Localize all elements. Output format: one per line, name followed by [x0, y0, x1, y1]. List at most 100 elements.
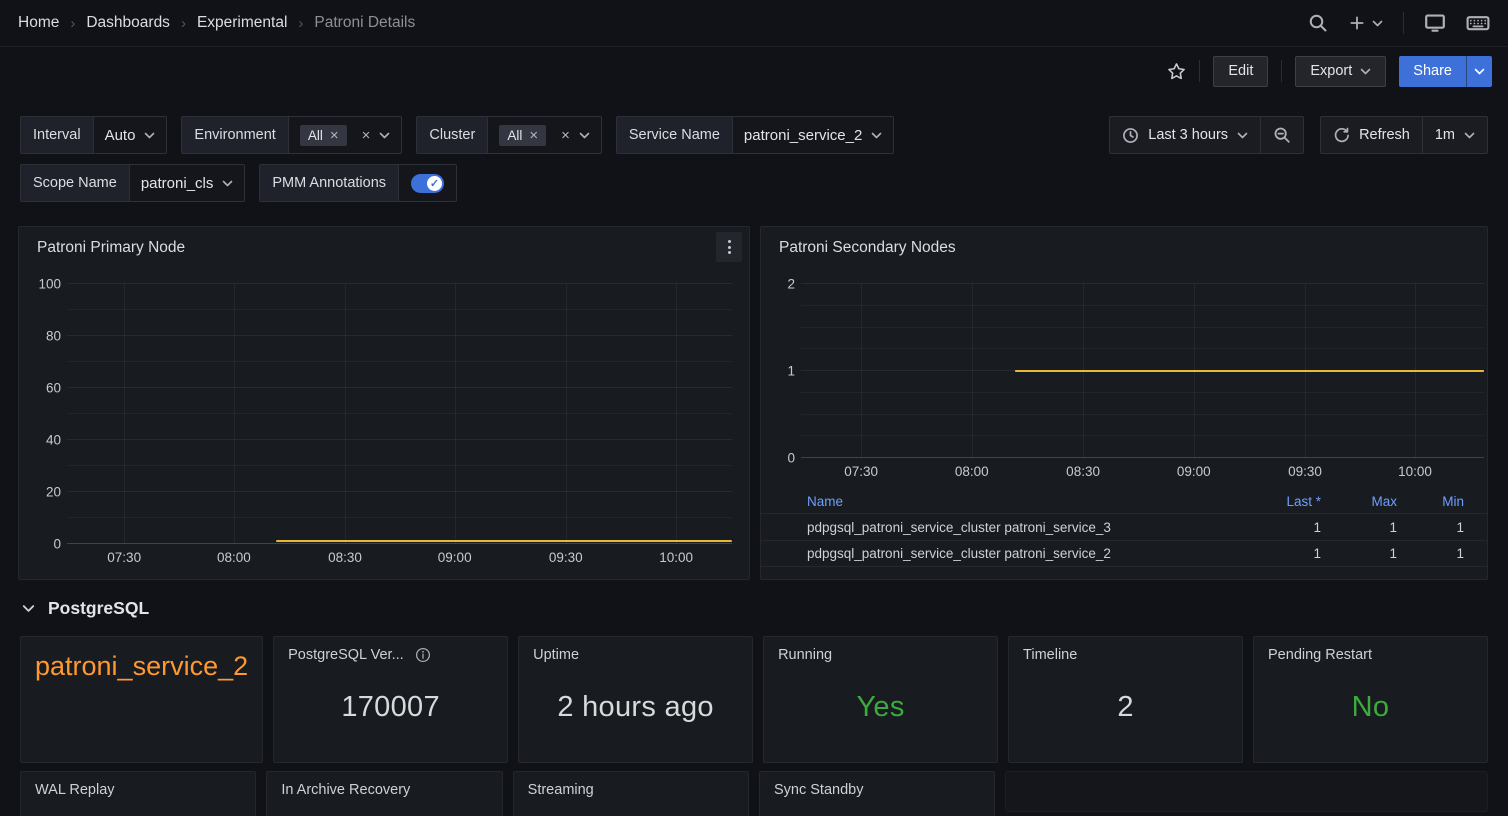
legend-series-name[interactable]: pdpgsql_patroni_service_cluster patroni_…	[807, 520, 1251, 535]
stat-panel-wal-replay: WAL Replay	[20, 771, 256, 816]
untitled-panel	[1005, 771, 1488, 812]
search-icon[interactable]	[1308, 13, 1328, 33]
breadcrumb-dashboards[interactable]: Dashboards	[86, 14, 170, 32]
gridline	[67, 335, 732, 336]
legend-header-last[interactable]: Last *	[1251, 494, 1321, 509]
gridline	[801, 283, 1484, 284]
service-name-select[interactable]: patroni_service_2	[732, 117, 893, 153]
stat-title: Timeline	[1023, 647, 1077, 663]
scope-name-variable: Scope Name patroni_cls	[20, 164, 245, 202]
edit-button[interactable]: Edit	[1213, 56, 1268, 87]
x-tick-label: 09:00	[1177, 464, 1211, 479]
chevron-down-icon	[1372, 20, 1383, 27]
refresh-icon	[1333, 127, 1350, 144]
legend-header-row: Name Last * Max Min	[761, 489, 1487, 513]
cluster-chip-all[interactable]: All ×	[499, 125, 546, 146]
gridline	[801, 457, 1484, 458]
breadcrumb-experimental[interactable]: Experimental	[197, 14, 287, 32]
gridline	[67, 517, 732, 518]
x-tick-label: 07:30	[844, 464, 878, 479]
chevron-down-icon	[1464, 132, 1475, 139]
service-name-variable: Service Name patroni_service_2	[616, 116, 894, 154]
dashboard-toolbar: Edit Export Share	[0, 47, 1508, 95]
panel-title[interactable]: Patroni Secondary Nodes	[779, 239, 956, 257]
chevron-down-icon	[22, 604, 35, 613]
chevron-down-icon	[1360, 68, 1371, 75]
pmm-annotations-control: PMM Annotations ✓	[259, 164, 457, 202]
gridline	[67, 543, 732, 544]
environment-label: Environment	[182, 117, 287, 153]
stat-panel-running: Running Yes	[763, 636, 998, 763]
stat-value: 2	[1023, 663, 1228, 752]
share-button[interactable]: Share	[1399, 56, 1492, 87]
scope-name-label: Scope Name	[21, 165, 129, 201]
zoom-out-button[interactable]	[1260, 117, 1303, 153]
chevron-down-icon	[871, 132, 882, 139]
remove-chip-icon[interactable]: ×	[330, 128, 339, 143]
stat-panel-pending-restart: Pending Restart No	[1253, 636, 1488, 763]
gridline	[801, 348, 1484, 349]
panel-menu-kebab-icon[interactable]	[716, 232, 742, 262]
x-tick-label: 09:30	[549, 550, 583, 565]
scope-name-select[interactable]: patroni_cls	[129, 165, 245, 201]
refresh-button[interactable]: Refresh	[1321, 117, 1422, 153]
share-menu-button[interactable]	[1466, 56, 1492, 87]
stat-title: PostgreSQL Ver...	[288, 647, 404, 663]
info-icon[interactable]	[415, 647, 431, 663]
pmm-annotations-toggle[interactable]: ✓	[411, 174, 444, 193]
legend-header-min[interactable]: Min	[1397, 494, 1464, 509]
legend-header-max[interactable]: Max	[1321, 494, 1397, 509]
chart-plot-area[interactable]	[801, 284, 1484, 458]
breadcrumb-home[interactable]: Home	[18, 14, 59, 32]
legend-series-name[interactable]: pdpgsql_patroni_service_cluster patroni_…	[807, 546, 1251, 561]
nav-divider	[1403, 12, 1404, 34]
environment-select[interactable]: All × ×	[288, 117, 402, 153]
x-tick-label: 10:00	[1398, 464, 1432, 479]
star-icon[interactable]	[1167, 62, 1186, 81]
y-tick-label: 60	[46, 381, 61, 396]
gridline	[345, 284, 346, 544]
legend-min-value: 1	[1397, 520, 1464, 535]
interval-select[interactable]: Auto	[93, 117, 167, 153]
legend-row: pdpgsql_patroni_service_cluster patroni_…	[761, 513, 1487, 540]
gridline	[801, 305, 1484, 306]
x-tick-label: 09:00	[438, 550, 472, 565]
section-postgresql[interactable]: PostgreSQL	[22, 594, 149, 622]
gridline	[124, 284, 125, 544]
x-tick-label: 08:00	[955, 464, 989, 479]
export-button[interactable]: Export	[1295, 56, 1386, 87]
environment-chip-all[interactable]: All ×	[300, 125, 347, 146]
breadcrumb-current-page: Patroni Details	[314, 14, 415, 32]
panel-patroni-primary-node: Patroni Primary Node 020406080100 07:300…	[18, 226, 750, 580]
legend-min-value: 1	[1397, 546, 1464, 561]
chevron-down-icon	[222, 180, 233, 187]
refresh-interval-select[interactable]: 1m	[1422, 117, 1487, 153]
gridline	[67, 465, 732, 466]
legend-last-value: 1	[1251, 520, 1321, 535]
stat-title: Sync Standby	[774, 782, 863, 798]
cluster-select[interactable]: All × ×	[487, 117, 601, 153]
stat-value: Yes	[778, 663, 983, 752]
keyboard-icon[interactable]	[1466, 11, 1490, 35]
y-axis-labels: 012	[767, 284, 795, 458]
time-range-picker[interactable]: Last 3 hours	[1110, 117, 1260, 153]
stat-title: In Archive Recovery	[281, 782, 410, 798]
y-tick-label: 0	[53, 537, 61, 552]
remove-chip-icon[interactable]: ×	[529, 128, 538, 143]
service-name-label: Service Name	[617, 117, 732, 153]
clear-all-icon[interactable]: ×	[561, 128, 570, 143]
x-tick-label: 08:30	[1066, 464, 1100, 479]
chevron-down-icon	[144, 132, 155, 139]
new-dashboard-button[interactable]	[1348, 14, 1383, 32]
check-icon: ✓	[427, 176, 442, 191]
chart-plot-area[interactable]	[67, 284, 732, 544]
zoom-out-icon	[1273, 126, 1291, 144]
panel-title[interactable]: Patroni Primary Node	[37, 239, 185, 257]
gridline	[455, 284, 456, 544]
nav-actions	[1308, 11, 1490, 35]
gridline	[801, 392, 1484, 393]
legend-header-name[interactable]: Name	[807, 494, 1251, 509]
monitor-icon[interactable]	[1424, 12, 1446, 34]
clear-all-icon[interactable]: ×	[362, 128, 371, 143]
stat-title: Pending Restart	[1268, 647, 1372, 663]
